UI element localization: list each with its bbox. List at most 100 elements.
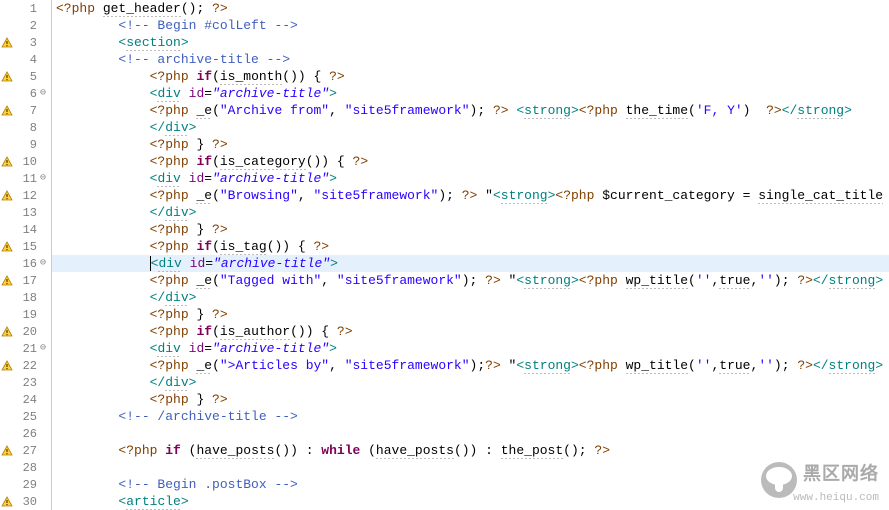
warning-icon bbox=[1, 190, 13, 202]
gutter-line: 4 bbox=[0, 51, 51, 68]
warning-icon bbox=[1, 275, 13, 287]
fold-toggle[interactable]: ⊖ bbox=[37, 340, 49, 357]
gutter-line: 9 bbox=[0, 136, 51, 153]
warning-placeholder bbox=[1, 173, 13, 185]
code-line[interactable]: <div id="archive-title"> bbox=[52, 170, 889, 187]
line-number: 1 bbox=[15, 2, 37, 16]
code-line[interactable]: <!-- /archive-title --> bbox=[52, 408, 889, 425]
line-number: 25 bbox=[15, 410, 37, 424]
line-number: 6 bbox=[15, 87, 37, 101]
fold-toggle[interactable]: ⊖ bbox=[37, 255, 49, 272]
gutter-line: 18 bbox=[0, 289, 51, 306]
code-line[interactable]: </div> bbox=[52, 374, 889, 391]
line-number: 5 bbox=[15, 70, 37, 84]
line-number: 30 bbox=[15, 495, 37, 509]
gutter-line: 5 bbox=[0, 68, 51, 85]
code-line[interactable]: <div id="archive-title"> bbox=[52, 85, 889, 102]
line-number: 3 bbox=[15, 36, 37, 50]
warning-placeholder bbox=[1, 479, 13, 491]
fold-toggle[interactable]: ⊖ bbox=[37, 85, 49, 102]
line-number: 4 bbox=[15, 53, 37, 67]
gutter-line: 23 bbox=[0, 374, 51, 391]
code-area[interactable]: <?php get_header(); ?> <!-- Begin #colLe… bbox=[52, 0, 889, 510]
warning-placeholder bbox=[1, 88, 13, 100]
warning-icon bbox=[1, 71, 13, 83]
code-line[interactable]: </div> bbox=[52, 289, 889, 306]
code-line[interactable]: <?php if(is_month()) { ?> bbox=[52, 68, 889, 85]
line-number: 21 bbox=[15, 342, 37, 356]
code-line[interactable]: <?php } ?> bbox=[52, 391, 889, 408]
line-number: 18 bbox=[15, 291, 37, 305]
code-line[interactable]: <div id="archive-title"> bbox=[52, 340, 889, 357]
line-number: 13 bbox=[15, 206, 37, 220]
code-line[interactable]: <article> bbox=[52, 493, 889, 510]
gutter-line: 17 bbox=[0, 272, 51, 289]
code-line[interactable]: <!-- Begin .postBox --> bbox=[52, 476, 889, 493]
code-line[interactable]: <?php if (have_posts()) : while (have_po… bbox=[52, 442, 889, 459]
line-number: 12 bbox=[15, 189, 37, 203]
code-line[interactable]: <?php if(is_tag()) { ?> bbox=[52, 238, 889, 255]
line-number: 23 bbox=[15, 376, 37, 390]
line-number: 11 bbox=[15, 172, 37, 186]
warning-icon bbox=[1, 496, 13, 508]
code-line[interactable]: <?php if(is_category()) { ?> bbox=[52, 153, 889, 170]
line-number: 29 bbox=[15, 478, 37, 492]
line-number: 9 bbox=[15, 138, 37, 152]
code-line[interactable]: </div> bbox=[52, 204, 889, 221]
fold-toggle[interactable]: ⊖ bbox=[37, 170, 49, 187]
code-line[interactable]: <?php } ?> bbox=[52, 306, 889, 323]
code-line[interactable]: </div> bbox=[52, 119, 889, 136]
code-line[interactable]: <section> bbox=[52, 34, 889, 51]
code-editor: 123456⊖7891011⊖1213141516⊖1718192021⊖222… bbox=[0, 0, 889, 510]
code-line[interactable] bbox=[52, 459, 889, 476]
gutter: 123456⊖7891011⊖1213141516⊖1718192021⊖222… bbox=[0, 0, 52, 510]
code-line[interactable]: <?php _e(">Articles by", "site5framework… bbox=[52, 357, 889, 374]
code-line[interactable]: <?php get_header(); ?> bbox=[52, 0, 889, 17]
warning-placeholder bbox=[1, 224, 13, 236]
gutter-line: 24 bbox=[0, 391, 51, 408]
warning-placeholder bbox=[1, 258, 13, 270]
line-number: 8 bbox=[15, 121, 37, 135]
warning-placeholder bbox=[1, 3, 13, 15]
line-number: 7 bbox=[15, 104, 37, 118]
gutter-line: 20 bbox=[0, 323, 51, 340]
code-line[interactable]: <?php if(is_author()) { ?> bbox=[52, 323, 889, 340]
gutter-line: 16⊖ bbox=[0, 255, 51, 272]
gutter-line: 30 bbox=[0, 493, 51, 510]
gutter-line: 11⊖ bbox=[0, 170, 51, 187]
line-number: 22 bbox=[15, 359, 37, 373]
gutter-line: 1 bbox=[0, 0, 51, 17]
line-number: 27 bbox=[15, 444, 37, 458]
code-line[interactable]: <?php _e("Browsing", "site5framework"); … bbox=[52, 187, 889, 204]
warning-icon bbox=[1, 360, 13, 372]
gutter-line: 22 bbox=[0, 357, 51, 374]
code-line[interactable]: <?php } ?> bbox=[52, 221, 889, 238]
gutter-line: 27 bbox=[0, 442, 51, 459]
warning-icon bbox=[1, 37, 13, 49]
warning-placeholder bbox=[1, 394, 13, 406]
line-number: 26 bbox=[15, 427, 37, 441]
line-number: 20 bbox=[15, 325, 37, 339]
line-number: 15 bbox=[15, 240, 37, 254]
code-line[interactable] bbox=[52, 425, 889, 442]
line-number: 28 bbox=[15, 461, 37, 475]
line-number: 19 bbox=[15, 308, 37, 322]
gutter-line: 28 bbox=[0, 459, 51, 476]
code-line[interactable]: <?php _e("Tagged with", "site5framework"… bbox=[52, 272, 889, 289]
gutter-line: 19 bbox=[0, 306, 51, 323]
line-number: 2 bbox=[15, 19, 37, 33]
line-number: 10 bbox=[15, 155, 37, 169]
line-number: 24 bbox=[15, 393, 37, 407]
warning-placeholder bbox=[1, 309, 13, 321]
warning-placeholder bbox=[1, 411, 13, 423]
gutter-line: 2 bbox=[0, 17, 51, 34]
code-line[interactable]: <!-- Begin #colLeft --> bbox=[52, 17, 889, 34]
code-line[interactable]: <?php _e("Archive from", "site5framework… bbox=[52, 102, 889, 119]
gutter-line: 7 bbox=[0, 102, 51, 119]
code-line[interactable]: <!-- archive-title --> bbox=[52, 51, 889, 68]
warning-icon bbox=[1, 156, 13, 168]
code-line[interactable]: <?php } ?> bbox=[52, 136, 889, 153]
warning-placeholder bbox=[1, 292, 13, 304]
code-line[interactable]: <div id="archive-title"> bbox=[52, 255, 889, 272]
gutter-line: 6⊖ bbox=[0, 85, 51, 102]
